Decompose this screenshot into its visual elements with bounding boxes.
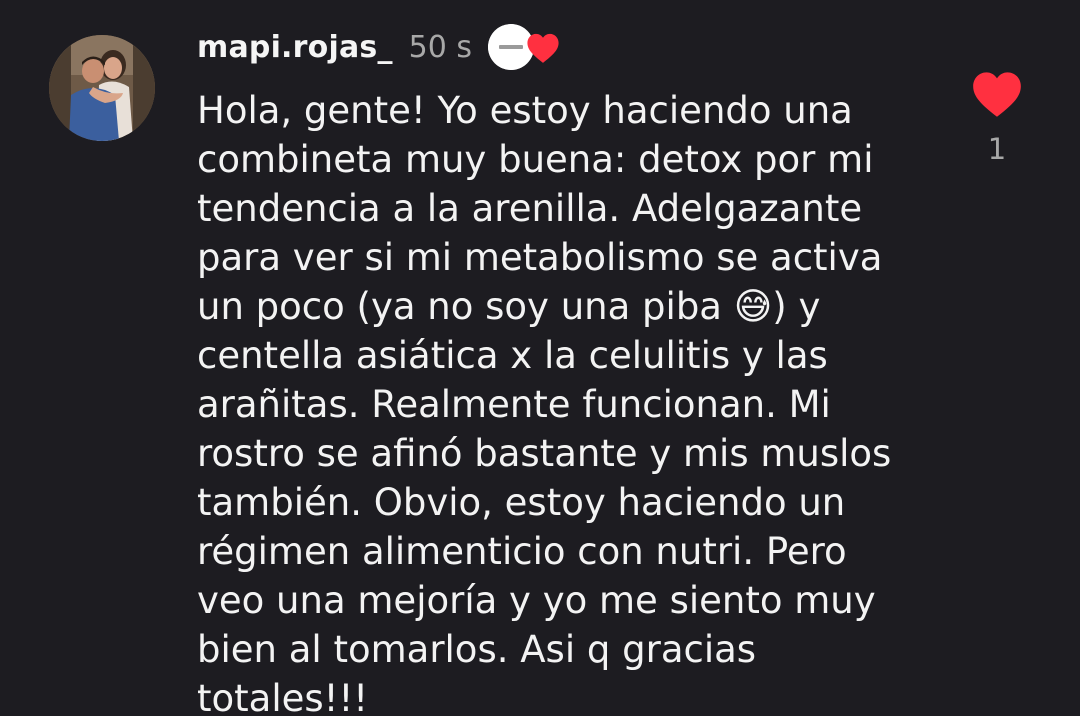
username[interactable]: mapi.rojas_ (197, 30, 393, 65)
liked-by-author-badge (488, 22, 560, 72)
heart-icon (527, 33, 559, 63)
avatar-photo (49, 35, 155, 141)
like-area: 1 (966, 70, 1028, 166)
user-avatar[interactable] (49, 35, 155, 141)
timestamp: 50 s (408, 29, 472, 65)
like-count[interactable]: 1 (988, 132, 1006, 166)
comment-text: Hola, gente! Yo estoy haciendo una combi… (197, 89, 892, 716)
heart-filled-icon[interactable] (971, 70, 1023, 118)
comment-header: mapi.rojas_ 50 s (197, 22, 560, 72)
comment: mapi.rojas_ 50 s Hola, gente! Yo estoy h… (0, 0, 1080, 716)
